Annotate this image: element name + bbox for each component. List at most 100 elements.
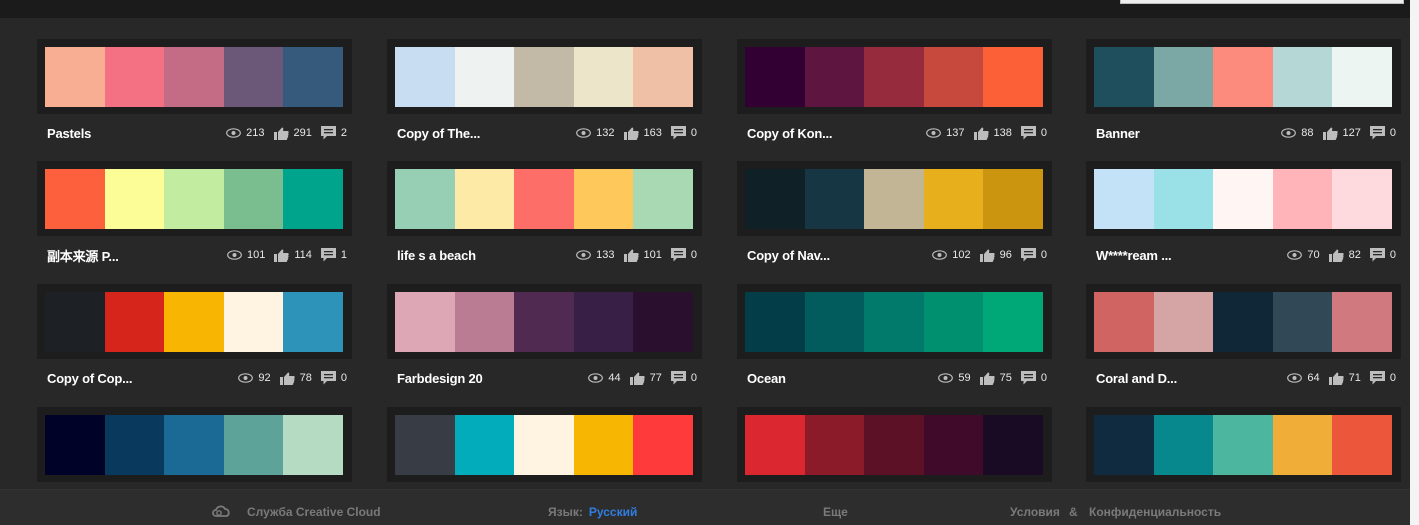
color-swatch[interactable] — [164, 47, 224, 107]
color-swatch[interactable] — [1094, 169, 1154, 229]
thumbs-up-icon[interactable] — [979, 249, 995, 262]
color-swatch[interactable] — [1213, 292, 1273, 352]
theme-title[interactable]: Banner — [1096, 126, 1272, 141]
comments-stat[interactable]: 0 — [1020, 126, 1047, 140]
theme-swatch-strip[interactable] — [737, 407, 1052, 482]
likes-stat[interactable]: 114 — [274, 249, 312, 262]
theme-swatch-strip[interactable] — [1086, 407, 1401, 482]
color-swatch[interactable] — [454, 47, 515, 107]
color-swatch[interactable] — [633, 47, 693, 107]
theme-card[interactable]: Copy of The... 132 163 0 — [387, 39, 702, 141]
color-swatch[interactable] — [283, 169, 343, 229]
theme-swatch-strip[interactable] — [1086, 161, 1401, 236]
theme-swatch-strip[interactable] — [37, 284, 352, 359]
color-swatch[interactable] — [104, 415, 165, 475]
theme-title[interactable]: W****ream ... — [1096, 248, 1278, 263]
likes-stat[interactable]: 82 — [1328, 249, 1361, 262]
color-swatch[interactable] — [923, 292, 984, 352]
color-swatch[interactable] — [395, 169, 455, 229]
color-swatch[interactable] — [1272, 415, 1333, 475]
color-swatch[interactable] — [983, 47, 1043, 107]
theme-title[interactable]: 副本来源 P... — [47, 246, 218, 265]
theme-swatch-strip[interactable] — [387, 284, 702, 359]
privacy-link[interactable]: Конфиденциальность — [1089, 505, 1221, 519]
thumbs-up-icon[interactable] — [1328, 249, 1344, 262]
color-swatch[interactable] — [983, 415, 1043, 475]
color-swatch[interactable] — [633, 415, 693, 475]
comment-icon[interactable] — [320, 126, 336, 140]
language-value[interactable]: Русский — [589, 505, 638, 519]
comments-stat[interactable]: 1 — [320, 248, 347, 262]
comments-stat[interactable]: 0 — [670, 248, 697, 262]
color-swatch[interactable] — [983, 292, 1043, 352]
theme-card[interactable]: 副本来源 P... 101 114 1 — [37, 161, 352, 265]
color-swatch[interactable] — [223, 415, 284, 475]
color-swatch[interactable] — [1094, 292, 1154, 352]
theme-swatch-strip[interactable] — [387, 161, 702, 236]
color-swatch[interactable] — [1213, 415, 1273, 475]
color-swatch[interactable] — [514, 169, 574, 229]
comment-icon[interactable] — [670, 371, 686, 385]
likes-stat[interactable]: 77 — [629, 372, 662, 385]
color-swatch[interactable] — [514, 415, 574, 475]
theme-title[interactable]: Farbdesign 20 — [397, 371, 579, 386]
likes-stat[interactable]: 75 — [979, 372, 1012, 385]
color-swatch[interactable] — [395, 415, 455, 475]
color-swatch[interactable] — [164, 292, 224, 352]
color-swatch[interactable] — [864, 169, 924, 229]
color-swatch[interactable] — [633, 169, 693, 229]
color-swatch[interactable] — [1272, 169, 1333, 229]
theme-title[interactable]: Copy of The... — [397, 126, 567, 141]
theme-swatch-strip[interactable] — [737, 39, 1052, 114]
more-link[interactable]: Еще — [823, 505, 848, 519]
likes-stat[interactable]: 127 — [1322, 127, 1361, 140]
theme-swatch-strip[interactable] — [37, 407, 352, 482]
theme-card[interactable]: Banner 88 127 0 — [1086, 39, 1401, 141]
comment-icon[interactable] — [1020, 126, 1036, 140]
comments-stat[interactable]: 0 — [670, 371, 697, 385]
thumbs-up-icon[interactable] — [1328, 372, 1344, 385]
color-swatch[interactable] — [1094, 415, 1154, 475]
color-swatch[interactable] — [804, 415, 865, 475]
comment-icon[interactable] — [1020, 371, 1036, 385]
thumbs-up-icon[interactable] — [1322, 127, 1338, 140]
color-swatch[interactable] — [454, 292, 515, 352]
color-swatch[interactable] — [745, 292, 805, 352]
color-swatch[interactable] — [1332, 415, 1392, 475]
color-swatch[interactable] — [514, 47, 574, 107]
thumbs-up-icon[interactable] — [979, 372, 995, 385]
color-swatch[interactable] — [923, 47, 984, 107]
color-swatch[interactable] — [804, 169, 865, 229]
language-selector[interactable]: Язык: Русский — [548, 505, 637, 519]
theme-card[interactable]: Farbdesign 20 44 77 0 — [387, 284, 702, 386]
comment-icon[interactable] — [670, 126, 686, 140]
theme-title[interactable]: Copy of Cop... — [47, 371, 229, 386]
color-swatch[interactable] — [283, 47, 343, 107]
comment-icon[interactable] — [320, 371, 336, 385]
color-swatch[interactable] — [1272, 47, 1333, 107]
color-swatch[interactable] — [45, 292, 105, 352]
theme-title[interactable]: Coral and D... — [1096, 371, 1278, 386]
comments-stat[interactable]: 0 — [1369, 371, 1396, 385]
likes-stat[interactable]: 138 — [973, 127, 1012, 140]
color-swatch[interactable] — [454, 169, 515, 229]
color-swatch[interactable] — [573, 292, 634, 352]
color-swatch[interactable] — [223, 292, 284, 352]
color-swatch[interactable] — [633, 292, 693, 352]
theme-title[interactable]: Ocean — [747, 371, 929, 386]
theme-swatch-strip[interactable] — [387, 407, 702, 482]
color-swatch[interactable] — [923, 415, 984, 475]
color-swatch[interactable] — [283, 292, 343, 352]
comments-stat[interactable]: 0 — [1020, 248, 1047, 262]
comment-icon[interactable] — [1369, 248, 1385, 262]
thumbs-up-icon[interactable] — [623, 249, 639, 262]
color-swatch[interactable] — [1153, 47, 1214, 107]
theme-title[interactable]: Copy of Nav... — [747, 248, 923, 263]
likes-stat[interactable]: 78 — [279, 372, 312, 385]
theme-swatch-strip[interactable] — [37, 161, 352, 236]
color-swatch[interactable] — [164, 415, 224, 475]
search-input[interactable] — [1120, 0, 1404, 4]
thumbs-up-icon[interactable] — [279, 372, 295, 385]
theme-swatch-strip[interactable] — [737, 161, 1052, 236]
comments-stat[interactable]: 0 — [1369, 126, 1396, 140]
